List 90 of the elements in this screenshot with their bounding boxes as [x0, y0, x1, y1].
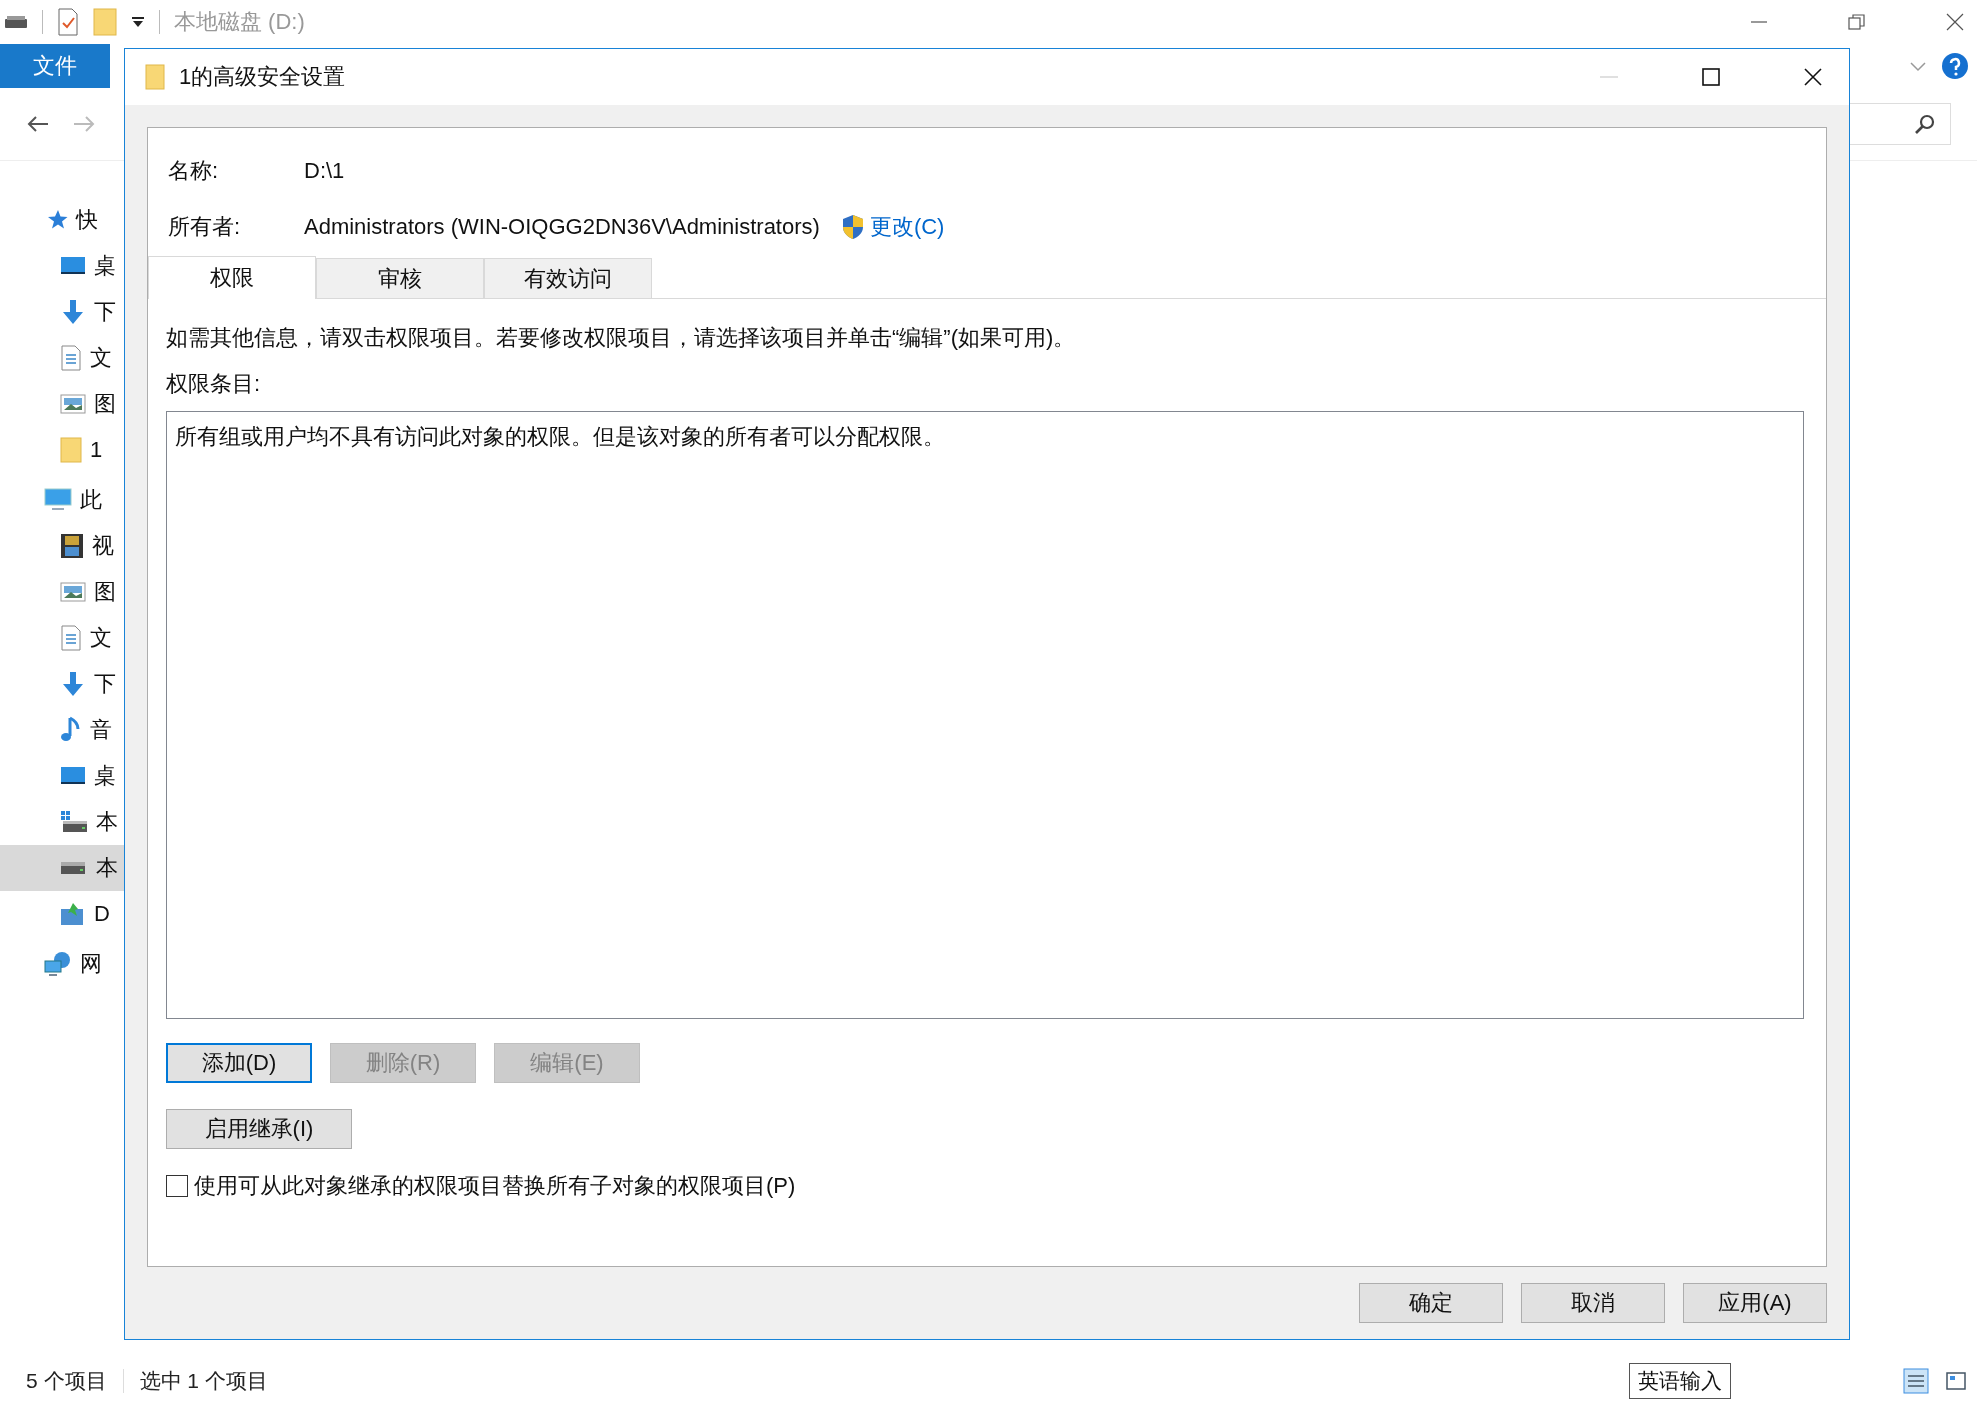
nav-label: 视: [92, 532, 114, 560]
document-icon: [60, 625, 82, 651]
dropdown-icon[interactable]: [131, 16, 145, 28]
window-title: 本地磁盘 (D:): [174, 8, 305, 36]
field-value: Administrators (WIN-OIQGG2DN36V\Administrators): [304, 214, 820, 240]
nav-label: 下: [94, 298, 116, 326]
nav-label: 快: [76, 206, 98, 234]
nav-label: 图: [94, 578, 116, 606]
nav-label: 网: [80, 950, 102, 978]
chevron-icon[interactable]: [1909, 60, 1927, 72]
ime-indicator[interactable]: 英语输入: [1629, 1363, 1731, 1399]
nav-item[interactable]: 图: [0, 381, 124, 427]
properties-icon[interactable]: [57, 8, 79, 36]
status-text: 选中 1 个项目: [139, 1368, 268, 1394]
nav-label: D: [94, 901, 110, 927]
tab[interactable]: 权限: [148, 256, 316, 299]
nav-label: 图: [94, 390, 116, 418]
close-icon[interactable]: [1803, 67, 1823, 87]
back-arrow-icon[interactable]: [26, 114, 50, 134]
nav-label: 桌: [94, 252, 116, 280]
nav-item[interactable]: 下: [0, 289, 124, 335]
music-note-icon: [60, 716, 82, 744]
search-icon: [1914, 113, 1936, 135]
image-icon: [60, 581, 86, 603]
checkbox[interactable]: [166, 1175, 188, 1197]
nav-label: 文: [90, 624, 112, 652]
nav-item[interactable]: 1: [0, 427, 124, 473]
drive-icon[interactable]: [4, 15, 28, 29]
nav-item[interactable]: 网: [0, 941, 124, 987]
close-icon[interactable]: [1945, 12, 1965, 32]
field-value: D:\1: [304, 158, 345, 184]
system-drive-icon: [60, 810, 88, 834]
action-button[interactable]: 添加(D): [166, 1043, 312, 1083]
desktop-icon: [60, 765, 86, 787]
details-view-icon[interactable]: [1903, 1368, 1929, 1394]
nav-item[interactable]: 下: [0, 661, 124, 707]
dialog-button[interactable]: 确定: [1359, 1283, 1503, 1323]
disc-drive-icon: [60, 901, 86, 927]
permission-list[interactable]: 所有组或用户均不具有访问此对象的权限。但是该对象的所有者可以分配权限。: [166, 411, 1804, 1019]
nav-item[interactable]: 此: [0, 477, 124, 523]
download-arrow-icon: [60, 671, 86, 697]
list-label: 权限条目:: [166, 370, 262, 398]
desktop-icon: [60, 255, 86, 277]
dialog-button[interactable]: 取消: [1521, 1283, 1665, 1323]
field-label: 名称:: [168, 157, 220, 185]
nav-label: 桌: [94, 762, 116, 790]
nav-label: 音: [90, 716, 112, 744]
nav-label: 本: [96, 854, 118, 882]
shield-icon: [841, 214, 864, 240]
help-icon[interactable]: [1941, 52, 1969, 80]
file-tab[interactable]: 文件: [0, 44, 110, 88]
field-label: 所有者:: [168, 213, 242, 241]
change-owner-link[interactable]: 更改(C): [869, 212, 945, 242]
nav-label: 1: [90, 437, 103, 463]
nav-label: 文: [90, 344, 112, 372]
film-icon: [60, 533, 84, 559]
dialog-button[interactable]: 应用(A): [1683, 1283, 1827, 1323]
checkbox-label: 使用可从此对象继承的权限项目替换所有子对象的权限项目(P): [194, 1172, 796, 1200]
nav-item[interactable]: 文: [0, 335, 124, 381]
nav-label: 此: [80, 486, 102, 514]
enable-inheritance-button[interactable]: 启用继承(I): [166, 1109, 352, 1149]
nav-item[interactable]: 文: [0, 615, 124, 661]
nav-item[interactable]: 桌: [0, 753, 124, 799]
nav-item[interactable]: D: [0, 891, 124, 937]
folder-icon: [60, 437, 82, 463]
nav-item[interactable]: 视: [0, 523, 124, 569]
nav-label: 本: [96, 808, 118, 836]
tab[interactable]: 审核: [316, 258, 484, 298]
network-icon: [44, 951, 72, 977]
status-text: 5 个项目: [26, 1368, 107, 1394]
nav-item[interactable]: 桌: [0, 243, 124, 289]
folder-icon: [145, 64, 165, 90]
nav-item[interactable]: 本: [0, 799, 124, 845]
empty-list-message: 所有组或用户均不具有访问此对象的权限。但是该对象的所有者可以分配权限。: [175, 424, 945, 449]
restore-icon[interactable]: [1847, 12, 1867, 32]
document-icon: [60, 345, 82, 371]
nav-item[interactable]: 快: [0, 197, 124, 243]
nav-item[interactable]: 音: [0, 707, 124, 753]
tiles-view-icon[interactable]: [1945, 1370, 1967, 1392]
nav-label: 下: [94, 670, 116, 698]
computer-icon: [44, 488, 72, 512]
drive-icon: [60, 861, 88, 875]
dialog-title: 1的高级安全设置: [179, 63, 346, 91]
tab[interactable]: 有效访问: [484, 258, 652, 298]
image-icon: [60, 393, 86, 415]
download-arrow-icon: [60, 299, 86, 325]
info-text: 如需其他信息，请双击权限项目。若要修改权限项目，请选择该项目并单击“编辑”(如果可用)。: [166, 324, 1077, 352]
nav-item[interactable]: 本: [0, 845, 124, 891]
maximize-icon[interactable]: [1701, 67, 1721, 87]
nav-item[interactable]: 图: [0, 569, 124, 615]
